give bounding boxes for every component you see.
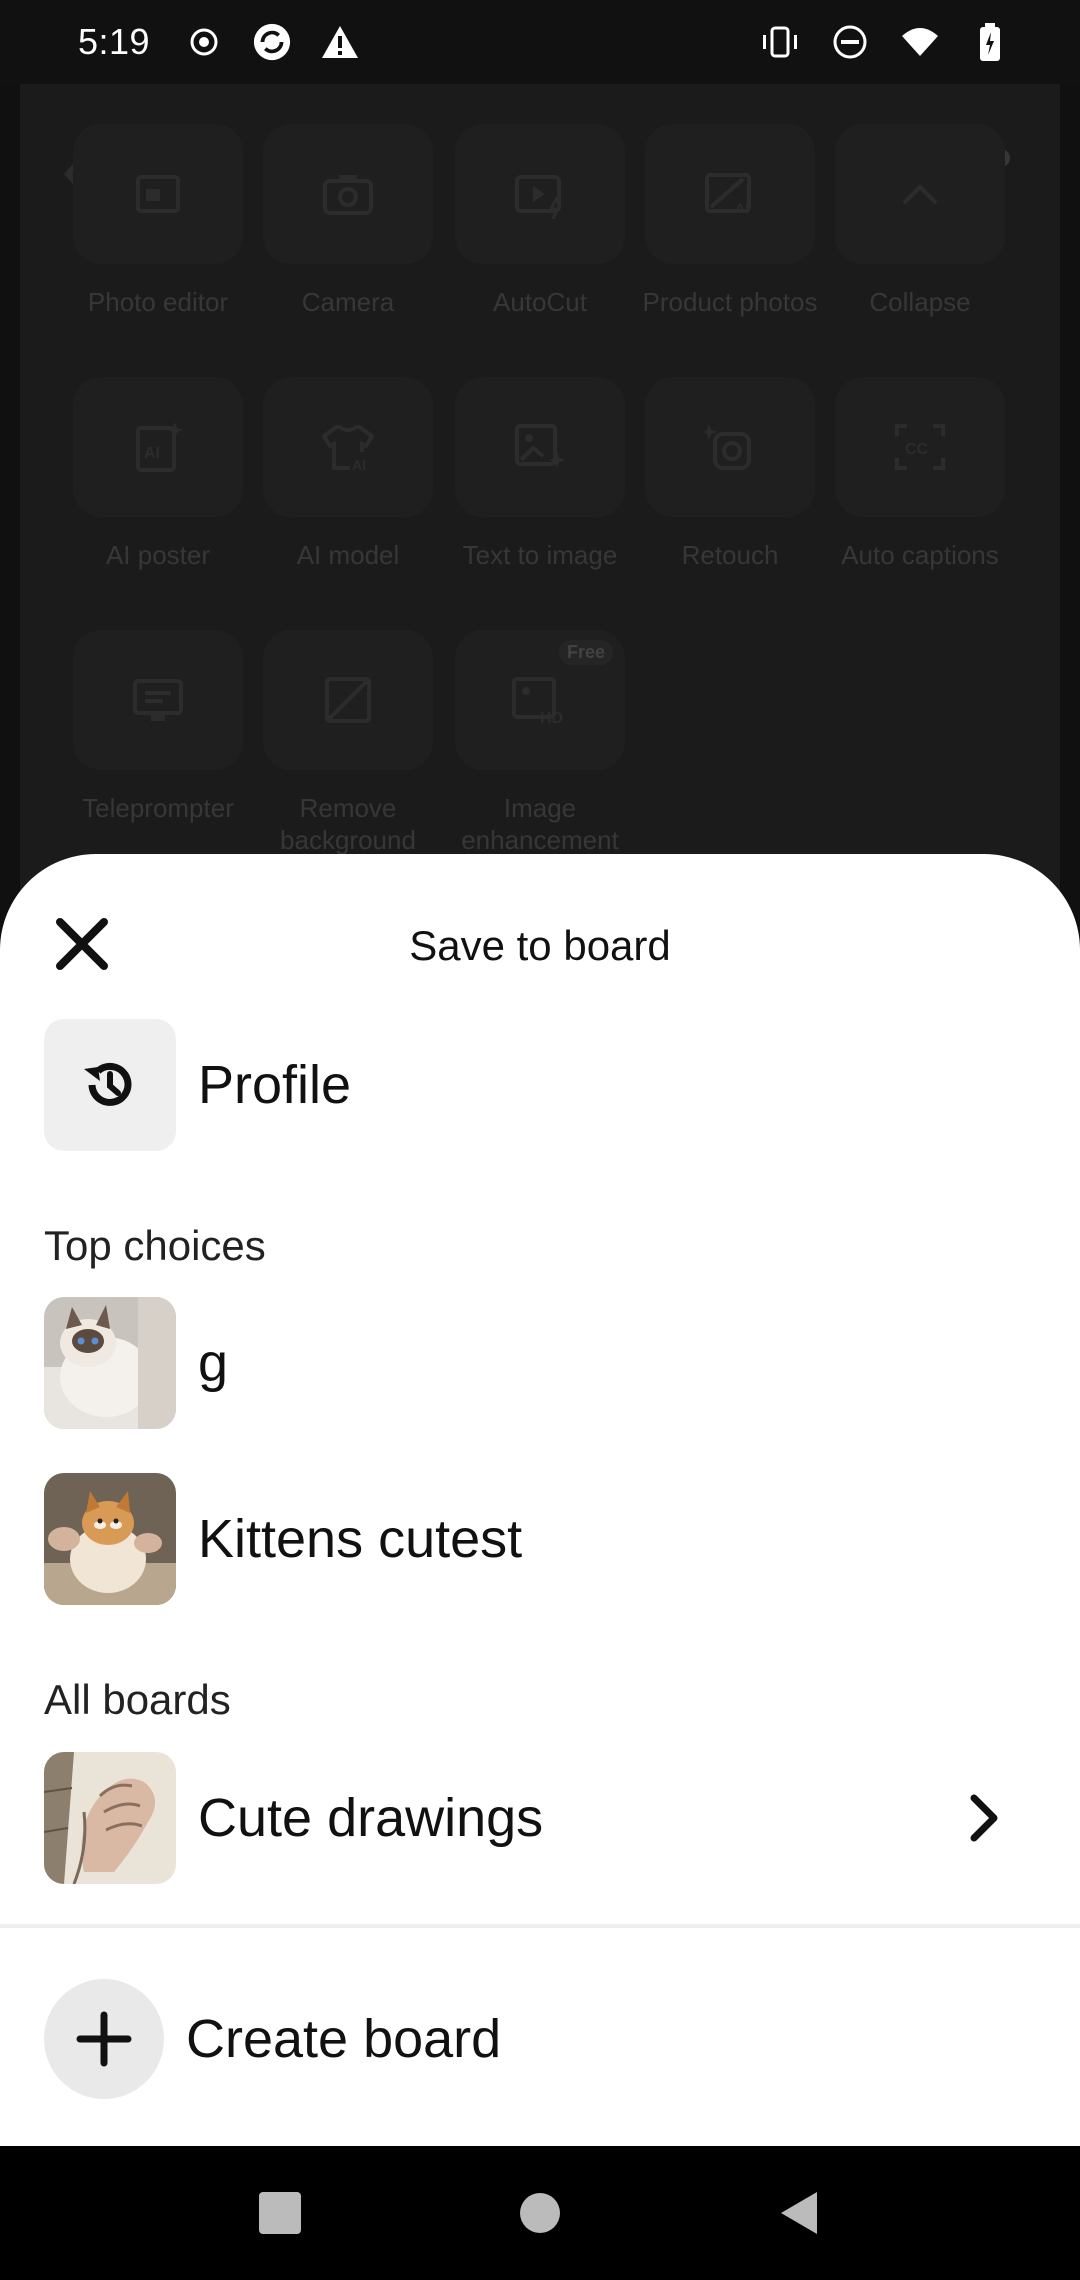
save-to-board-sheet: Save to board Profile Top choices g Kitt… xyxy=(0,854,1080,2146)
sheet-title: Save to board xyxy=(409,922,671,969)
recents-button[interactable] xyxy=(250,2183,310,2243)
sheet-header: Save to board xyxy=(0,854,1080,1034)
record-icon xyxy=(184,22,224,62)
profile-thumb xyxy=(44,1019,176,1151)
all-boards-heading: All boards xyxy=(44,1676,231,1723)
do-not-disturb-icon xyxy=(830,22,870,62)
board-row-kittens-cutest[interactable]: Kittens cutest xyxy=(44,1473,1044,1605)
profile-row[interactable]: Profile xyxy=(44,1019,1044,1151)
profile-label: Profile xyxy=(198,1055,352,1115)
home-icon xyxy=(520,2193,560,2233)
board-name: g xyxy=(198,1333,229,1393)
wifi-icon xyxy=(900,22,940,62)
status-bar: 5:19 xyxy=(0,0,1080,84)
top-choices-heading: Top choices xyxy=(44,1222,266,1269)
board-name: Cute drawings xyxy=(198,1788,544,1848)
warning-icon xyxy=(320,22,360,62)
recents-icon xyxy=(259,2192,301,2234)
board-thumb-cute-drawings xyxy=(44,1752,176,1884)
back-icon xyxy=(781,2192,817,2234)
back-button[interactable] xyxy=(770,2183,830,2243)
board-row-g[interactable]: g xyxy=(44,1297,1044,1429)
create-board-label: Create board xyxy=(186,2009,502,2069)
board-thumb-g xyxy=(44,1297,176,1429)
create-board-button[interactable]: Create board xyxy=(44,1978,501,2100)
divider xyxy=(0,1924,1080,1928)
home-button[interactable] xyxy=(510,2183,570,2243)
sync-icon xyxy=(252,22,292,62)
board-name: Kittens cutest xyxy=(198,1509,523,1569)
history-icon xyxy=(84,1062,132,1106)
board-row-cute-drawings[interactable]: Cute drawings xyxy=(44,1752,1044,1884)
battery-icon xyxy=(970,22,1010,62)
vibrate-icon xyxy=(760,22,800,62)
create-board-circle xyxy=(44,1979,164,2099)
status-time: 5:19 xyxy=(78,21,151,62)
plus-icon xyxy=(76,2011,132,2067)
navigation-bar xyxy=(0,2146,1080,2280)
chevron-right-icon[interactable] xyxy=(964,1792,1004,1844)
board-thumb-kittens-cutest xyxy=(44,1473,176,1605)
